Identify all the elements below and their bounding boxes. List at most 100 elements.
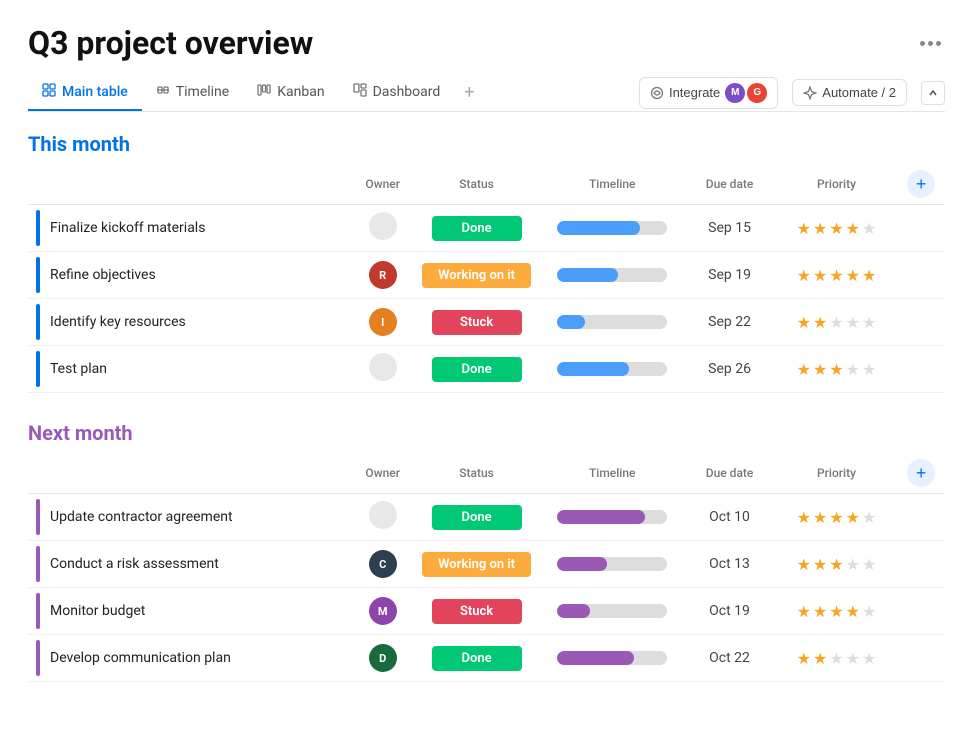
star-4: ★ [862,266,876,285]
status-badge[interactable]: Done [432,216,522,241]
task-name: Monitor budget [50,603,145,619]
table-next-month: Owner Status Timeline Due date Priority … [28,455,945,682]
star-3: ★ [846,649,860,668]
th-status: Status [414,166,539,205]
status-cell[interactable]: Done [414,346,539,393]
automate-label: Automate / 2 [822,85,896,100]
star-1: ★ [813,219,827,238]
tab-dashboard[interactable]: Dashboard [339,75,455,111]
star-0: ★ [797,555,811,574]
status-badge[interactable]: Working on it [422,263,531,288]
priority-stars: ★★★★★ [782,266,891,285]
status-badge[interactable]: Stuck [432,599,522,624]
star-4: ★ [862,313,876,332]
due-date-cell: Oct 10 [685,494,774,541]
priority-stars: ★★★★★ [782,219,891,238]
tab-kanban[interactable]: Kanban [243,75,338,111]
integrate-button[interactable]: Integrate M G [639,77,778,109]
timeline-bar [557,221,640,235]
status-cell[interactable]: Working on it [414,541,539,588]
tab-main-table[interactable]: Main table [28,75,142,111]
section-title-next-month: Next month [28,421,945,445]
timeline-cell [539,635,685,682]
task-cell: Develop communication plan [28,635,351,682]
owner-avatar: I [369,308,397,336]
status-badge[interactable]: Done [432,505,522,530]
page-title: Q3 project overview [28,24,313,62]
row-actions-cell [899,635,945,682]
timeline-bar-container [557,651,667,665]
status-badge[interactable]: Done [432,646,522,671]
star-3: ★ [846,360,860,379]
star-3: ★ [846,219,860,238]
star-2: ★ [829,360,843,379]
priority-stars: ★★★★★ [782,360,891,379]
automate-button[interactable]: Automate / 2 [792,79,907,106]
avatar-monday: M [725,83,745,103]
section-this-month: This month Owner Status Timeline Due dat… [28,132,945,393]
th-timeline: Timeline [539,166,685,205]
task-cell: Identify key resources [28,299,351,346]
row-actions-cell [899,299,945,346]
star-0: ★ [797,649,811,668]
status-badge[interactable]: Done [432,357,522,382]
timeline-icon [156,83,170,101]
timeline-cell [539,494,685,541]
task-name: Finalize kickoff materials [50,220,205,236]
row-actions-cell [899,252,945,299]
task-name: Identify key resources [50,314,186,330]
owner-cell: C [351,541,414,588]
status-badge[interactable]: Working on it [422,552,531,577]
page-header: Q3 project overview [28,24,945,62]
owner-avatar: R [369,261,397,289]
tab-timeline[interactable]: Timeline [142,75,243,111]
table-row: Finalize kickoff materials Done Sep 15 ★… [28,205,945,252]
owner-cell: D [351,635,414,682]
status-cell[interactable]: Done [414,205,539,252]
section-bar [36,351,40,387]
timeline-bar [557,510,645,524]
star-1: ★ [813,649,827,668]
owner-avatar: D [369,644,397,672]
owner-empty [369,353,397,381]
collapse-button[interactable] [921,81,945,105]
star-2: ★ [829,555,843,574]
status-cell[interactable]: Stuck [414,299,539,346]
task-cell: Refine objectives [28,252,351,299]
add-column-button[interactable]: + [907,459,935,487]
priority-cell: ★★★★★ [774,588,899,635]
star-0: ★ [797,602,811,621]
th-owner: Owner [351,455,414,494]
table-row: Update contractor agreement Done Oct 10 … [28,494,945,541]
th-priority: Priority [774,166,899,205]
th-timeline: Timeline [539,455,685,494]
star-3: ★ [846,602,860,621]
priority-cell: ★★★★★ [774,346,899,393]
timeline-bar [557,315,585,329]
status-cell[interactable]: Done [414,635,539,682]
th-due-date: Due date [685,455,774,494]
table-row: Develop communication plan D Done Oct 22… [28,635,945,682]
section-bar [36,304,40,340]
timeline-bar [557,557,607,571]
priority-cell: ★★★★★ [774,494,899,541]
status-badge[interactable]: Stuck [432,310,522,335]
add-column-button[interactable]: + [907,170,935,198]
status-cell[interactable]: Working on it [414,252,539,299]
tab-add-button[interactable]: + [454,74,484,111]
more-options-button[interactable] [916,37,945,50]
table-row: Refine objectives R Working on it Sep 19… [28,252,945,299]
status-cell[interactable]: Stuck [414,588,539,635]
owner-empty [369,212,397,240]
chevron-up-icon [928,88,938,98]
table-row: Identify key resources I Stuck Sep 22 ★★… [28,299,945,346]
timeline-cell [539,252,685,299]
timeline-bar-container [557,510,667,524]
status-cell[interactable]: Done [414,494,539,541]
priority-stars: ★★★★★ [782,508,891,527]
section-next-month: Next month Owner Status Timeline Due dat… [28,421,945,682]
timeline-bar [557,651,634,665]
th-owner: Owner [351,166,414,205]
section-bar [36,546,40,582]
tab-bar: Main table Timeline [28,74,945,112]
